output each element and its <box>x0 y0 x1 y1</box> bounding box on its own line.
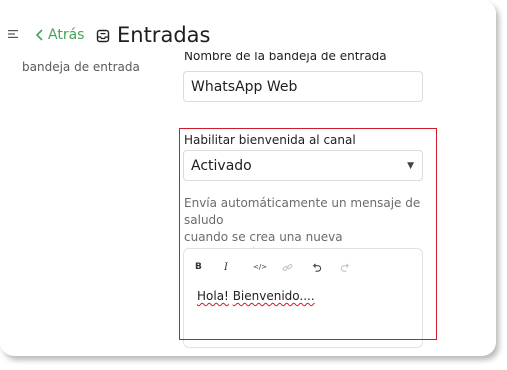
highlight-box <box>179 128 437 340</box>
inbox-icon <box>96 29 110 43</box>
back-button[interactable]: Atrás <box>35 27 84 43</box>
settings-card: Atrás Entradas bandeja de entrada Nombre… <box>0 0 496 356</box>
section-label: bandeja de entrada <box>22 60 140 74</box>
menu-icon[interactable] <box>8 30 18 38</box>
page-header: Atrás Entradas <box>0 0 496 54</box>
back-label: Atrás <box>48 27 85 43</box>
inbox-name-input[interactable]: WhatsApp Web <box>183 71 423 102</box>
chevron-left-icon <box>35 29 43 41</box>
inbox-name-label: Nombre de la bandeja de entrada <box>184 52 387 63</box>
page-title: Entradas <box>117 23 211 47</box>
